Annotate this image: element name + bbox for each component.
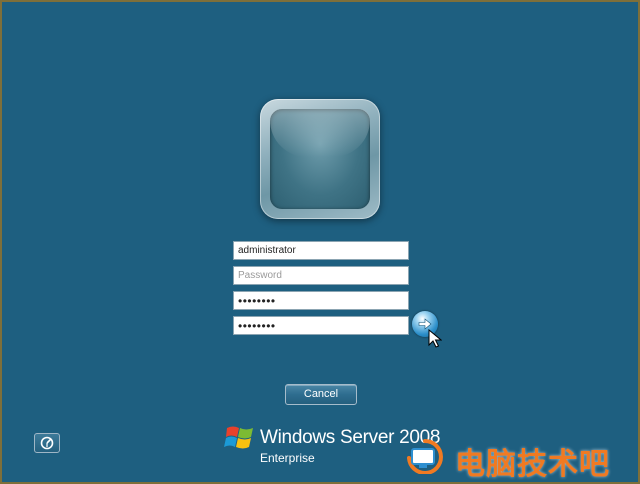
username-field[interactable] — [233, 241, 409, 260]
password-field[interactable] — [233, 266, 409, 285]
ease-of-access-icon — [40, 436, 54, 450]
cancel-button[interactable]: Cancel — [285, 384, 357, 405]
new-password-field[interactable] — [233, 291, 409, 310]
ease-of-access-button[interactable] — [34, 433, 60, 453]
watermark-text: 电脑技术吧 — [455, 447, 610, 482]
watermark: 电脑技术吧 — [403, 438, 639, 482]
logon-screen: Cancel Windows Server 2008 Enterprise 电脑… — [0, 0, 640, 484]
user-avatar — [260, 99, 380, 219]
watermark-logo-icon — [407, 439, 443, 474]
confirm-password-field[interactable] — [233, 316, 409, 335]
windows-flag-icon — [224, 426, 253, 449]
mouse-cursor-icon — [428, 329, 442, 348]
product-edition: Enterprise — [260, 451, 315, 465]
